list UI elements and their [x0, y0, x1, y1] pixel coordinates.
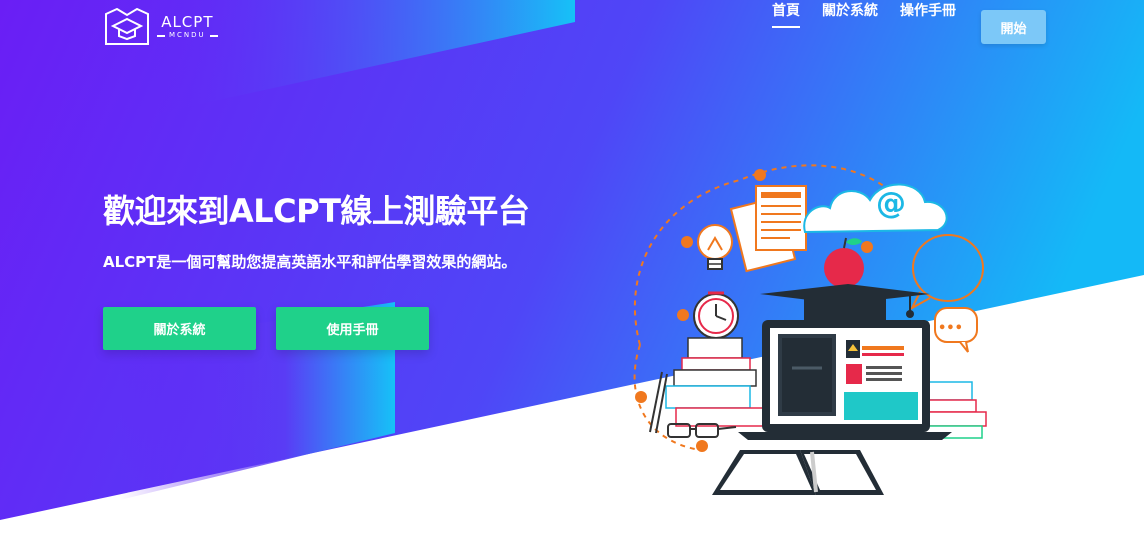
hero-title: 歡迎來到ALCPT線上測驗平台 — [103, 192, 530, 230]
orbit-dot — [754, 169, 766, 181]
documents-icon — [729, 185, 807, 273]
start-button[interactable]: 開始 — [981, 10, 1046, 44]
nav-item-home[interactable]: 首頁 — [772, 0, 800, 28]
svg-text:•••: ••• — [938, 321, 963, 336]
navbar: ALCPT MCNDU 首頁 關於系統 操作手冊 開始 — [0, 0, 1144, 52]
graduation-cap-icon — [760, 284, 930, 322]
dots-bubble-icon: ••• — [934, 307, 978, 353]
brand-logo[interactable]: ALCPT MCNDU — [103, 8, 218, 46]
open-book-icon — [712, 450, 884, 495]
book-stack-icon — [649, 337, 767, 434]
orbit-dot — [861, 241, 873, 253]
alarm-clock-icon — [693, 291, 739, 339]
orbit-dot — [635, 391, 647, 403]
laptop-icon — [738, 320, 952, 440]
about-system-button[interactable]: 關於系統 — [103, 307, 256, 350]
orbit-dot — [677, 309, 689, 321]
orbit-dot — [681, 236, 693, 248]
logo-icon — [105, 8, 149, 45]
chat-bubble-icon — [909, 234, 984, 311]
user-manual-button[interactable]: 使用手冊 — [276, 307, 429, 350]
brand-name: ALCPT — [161, 13, 214, 31]
apple-icon — [824, 237, 864, 288]
e-learning-illustration: @ ••• — [633, 164, 987, 495]
nav-item-about[interactable]: 關於系統 — [822, 0, 878, 20]
cloud-at-symbol: @ — [876, 186, 906, 221]
hero-subtitle: ALCPT是一個可幫助您提高英語水平和評估學習效果的網站。 — [103, 253, 517, 271]
cloud-email-icon: @ — [803, 183, 948, 234]
lightbulb-icon — [697, 224, 733, 270]
brand-subtitle: MCNDU — [169, 31, 206, 39]
nav-item-manual[interactable]: 操作手冊 — [900, 0, 956, 20]
orbit-dot — [696, 440, 708, 452]
